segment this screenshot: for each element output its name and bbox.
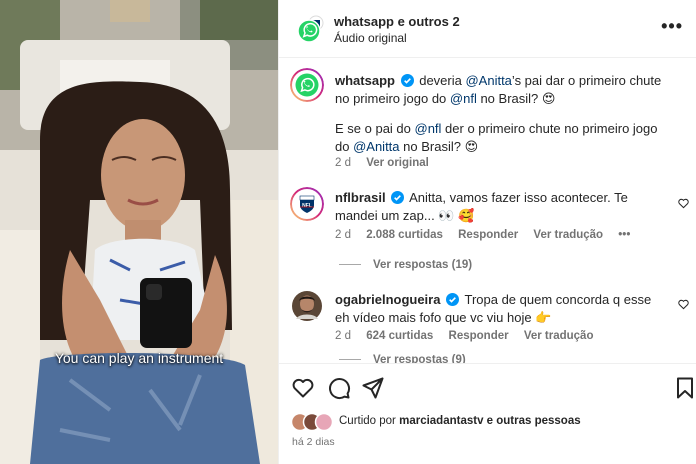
comment-time: 2 d <box>335 157 351 169</box>
caption-text-part: E se o pai do <box>335 121 415 136</box>
replies-divider <box>339 359 361 360</box>
post-actions: Curtido por marciadantastv e outras pess… <box>279 363 696 464</box>
caption-text-part: no Brasil? 😍 <box>476 91 556 106</box>
liked-by-text: Curtido por marciadantastv e outras pess… <box>339 415 581 427</box>
mention-link[interactable]: @nfl <box>415 121 442 136</box>
video-caption: You can play an instrument <box>54 350 224 366</box>
ogabrielnogueira-avatar[interactable] <box>290 289 324 323</box>
see-translation-button[interactable]: Ver tradução <box>524 330 594 342</box>
mention-link[interactable]: @Anitta <box>353 139 399 154</box>
view-replies-button[interactable]: Ver respostas (9) <box>339 354 466 363</box>
send-icon[interactable] <box>361 376 385 400</box>
comment-like-heart-icon[interactable] <box>678 198 689 209</box>
comment-likes[interactable]: 2.088 curtidas <box>366 229 443 241</box>
comment-meta: 2 d 624 curtidas Responder Ver tradução <box>335 330 605 342</box>
reply-button[interactable]: Responder <box>449 330 509 342</box>
comment-time: 2 d <box>335 229 351 241</box>
comment-meta: 2 d 2.088 curtidas Responder Ver traduçã… <box>335 229 642 241</box>
view-replies-label: Ver respostas (19) <box>373 259 473 271</box>
comment-text: nflbrasil Anitta, vamos fazer isso acont… <box>335 189 665 225</box>
comment-likes[interactable]: 624 curtidas <box>366 330 433 342</box>
svg-text:NFL: NFL <box>302 203 312 209</box>
verified-badge-icon <box>391 191 405 204</box>
view-replies-label: Ver respostas (9) <box>373 354 466 363</box>
see-translation-button[interactable]: Ver tradução <box>533 229 603 241</box>
caption-text-part: deveria <box>419 73 466 88</box>
comment-username[interactable]: whatsapp <box>335 73 395 88</box>
caption-meta: 2 d Ver original <box>335 157 441 169</box>
mention-link[interactable]: @nfl <box>450 91 477 106</box>
comment-options-icon[interactable]: ••• <box>618 229 630 241</box>
comment-icon[interactable] <box>327 376 351 400</box>
comment-time: 2 d <box>335 330 351 342</box>
nflbrasil-avatar[interactable]: NFL <box>290 187 324 221</box>
bookmark-icon[interactable] <box>673 376 696 400</box>
comment-text: ogabrielnogueira Tropa de quem concorda … <box>335 291 665 327</box>
replies-divider <box>339 264 361 265</box>
post-time-ago: há 2 dias <box>292 436 335 448</box>
liked-by-user[interactable]: marciadantastv <box>399 415 483 427</box>
liked-by-avatars <box>291 412 334 432</box>
comments-list[interactable]: whatsapp deveria @Anitta’s pai dar o pri… <box>279 58 696 363</box>
post-header: whatsapp e outros 2 Áudio original ••• <box>279 0 696 58</box>
post-author-title[interactable]: whatsapp e outros 2 <box>334 14 460 29</box>
liked-by-others[interactable]: e outras pessoas <box>483 415 581 427</box>
verified-badge-icon <box>446 293 460 306</box>
post-panel: whatsapp e outros 2 Áudio original ••• w… <box>278 0 696 464</box>
comment-username[interactable]: nflbrasil <box>335 190 386 205</box>
caption-paragraph-2: E se o pai do @nfl der o primeiro chute … <box>335 120 665 156</box>
reply-button[interactable]: Responder <box>458 229 518 241</box>
whatsapp-logo-icon[interactable] <box>295 14 325 44</box>
caption-text-part: no Brasil? 😍 <box>399 139 479 154</box>
audio-label[interactable]: Áudio original <box>334 31 407 45</box>
liked-by-prefix: Curtido por <box>339 415 400 427</box>
view-replies-button[interactable]: Ver respostas (19) <box>339 259 472 271</box>
whatsapp-avatar[interactable] <box>290 68 324 102</box>
ellipsis-icon[interactable]: ••• <box>661 16 683 37</box>
see-original-button[interactable]: Ver original <box>366 157 429 169</box>
caption-text: whatsapp deveria @Anitta’s pai dar o pri… <box>335 72 665 108</box>
video-frame <box>0 0 278 464</box>
reel-video[interactable]: You can play an instrument <box>0 0 278 464</box>
comment-username[interactable]: ogabrielnogueira <box>335 292 440 307</box>
heart-icon[interactable] <box>291 376 315 400</box>
comment-like-heart-icon[interactable] <box>678 299 689 310</box>
verified-badge-icon <box>400 74 414 87</box>
mention-link[interactable]: @Anitta <box>465 73 511 88</box>
